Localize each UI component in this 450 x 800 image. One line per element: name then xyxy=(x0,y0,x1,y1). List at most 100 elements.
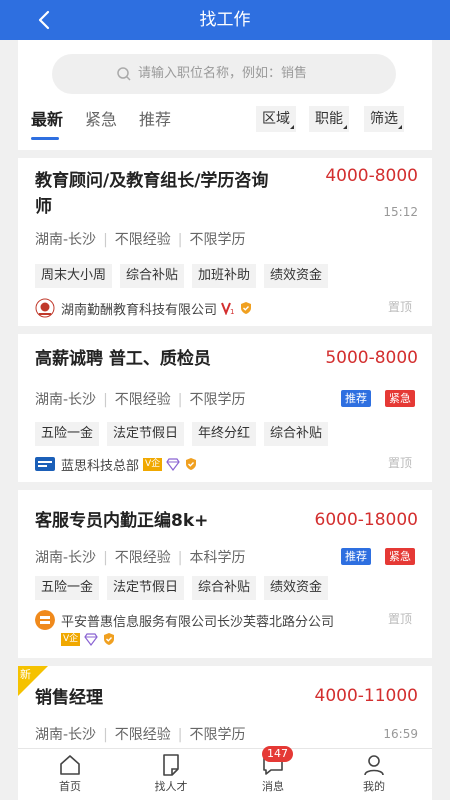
app-header: 找工作 xyxy=(0,0,450,40)
nav-find-talent-label: 找人才 xyxy=(154,780,188,793)
diamond-icon xyxy=(84,633,98,646)
bottom-nav: 首页 找人才 消息 我的 xyxy=(18,748,432,800)
job-experience: 不限经验 xyxy=(114,550,171,566)
job-title-line: 教育顾问/及教育组长/学历咨询 xyxy=(35,171,269,191)
new-label: 新 xyxy=(20,668,31,681)
filter-region[interactable]: 区域 xyxy=(256,106,296,132)
filter-more-label: 筛选 xyxy=(370,111,398,127)
message-count-badge: 147 xyxy=(262,746,293,762)
nav-mine[interactable]: 我的 xyxy=(334,749,414,794)
company-row[interactable]: 蓝思科技总部 V企 xyxy=(35,454,198,474)
recommended-badge: 推荐 xyxy=(341,548,371,565)
home-icon xyxy=(60,755,80,775)
job-education: 本科学历 xyxy=(189,550,246,566)
document-icon xyxy=(163,754,179,776)
job-tags: 五险一金 法定节假日 综合补贴 绩效资金 xyxy=(35,576,329,600)
job-title: 客服专员内勤正编8k+ xyxy=(35,511,209,531)
dropdown-triangle-icon xyxy=(343,125,347,129)
job-tags: 周末大小周 综合补贴 加班补助 绩效资金 xyxy=(35,264,329,288)
filter-region-label: 区域 xyxy=(262,111,290,127)
nav-home-label: 首页 xyxy=(59,780,81,793)
filter-function[interactable]: 职能 xyxy=(309,106,349,132)
recommended-badge: 推荐 xyxy=(341,390,371,407)
job-tag: 周末大小周 xyxy=(35,264,113,288)
nav-mine-label: 我的 xyxy=(363,780,385,793)
urgent-badge: 紧急 xyxy=(385,390,415,407)
job-title: 教育顾问/及教育组长/学历咨询 师 xyxy=(35,168,268,220)
job-card[interactable]: 新 销售经理 4000-11000 16:59 湖南-长沙 | 不限经验 | 不限学历 xyxy=(18,666,432,748)
job-title: 销售经理 xyxy=(35,688,103,708)
job-education: 不限学历 xyxy=(189,232,246,248)
verified-shield-icon xyxy=(186,458,197,470)
job-tag: 加班补助 xyxy=(192,264,257,288)
company-name: 蓝思科技总部 xyxy=(61,458,140,474)
job-experience: 不限经验 xyxy=(114,232,171,248)
pin-label: 置顶 xyxy=(387,456,412,470)
company-logo-icon xyxy=(35,298,55,318)
job-time: 16:59 xyxy=(383,727,418,741)
company-logo-icon xyxy=(35,610,55,630)
job-tag: 年终分红 xyxy=(192,422,257,446)
dropdown-triangle-icon xyxy=(398,125,402,129)
job-tag: 综合补贴 xyxy=(192,576,257,600)
urgent-badge: 紧急 xyxy=(385,548,415,565)
nav-home[interactable]: 首页 xyxy=(30,749,110,794)
filter-more[interactable]: 筛选 xyxy=(364,106,404,132)
job-location: 湖南-长沙 xyxy=(35,550,97,566)
job-tag: 法定节假日 xyxy=(107,422,185,446)
job-tag: 五险一金 xyxy=(35,576,100,600)
job-meta: 湖南-长沙 | 不限经验 | 不限学历 xyxy=(35,727,246,743)
diamond-icon xyxy=(166,458,180,471)
dropdown-triangle-icon xyxy=(290,125,294,129)
job-time: 15:12 xyxy=(383,205,418,219)
job-location: 湖南-长沙 xyxy=(35,392,97,408)
company-name: 平安普惠信息服务有限公司长沙芙蓉北路分公司 xyxy=(61,614,335,630)
vip-badge: V企 xyxy=(143,457,163,471)
job-tags: 五险一金 法定节假日 年终分红 综合补贴 xyxy=(35,422,329,446)
pin-label: 置顶 xyxy=(387,300,412,314)
job-tag: 法定节假日 xyxy=(107,576,185,600)
verified-shield-icon xyxy=(104,633,115,645)
job-experience: 不限经验 xyxy=(114,392,171,408)
job-meta: 湖南-长沙 | 不限经验 | 不限学历 xyxy=(35,392,246,408)
company-row[interactable]: 平安普惠信息服务有限公司长沙芙蓉北路分公司 V企 xyxy=(35,610,375,646)
job-title-line: 师 xyxy=(35,197,52,217)
job-tag: 综合补贴 xyxy=(120,264,185,288)
job-tag: 综合补贴 xyxy=(264,422,329,446)
tab-recommended[interactable]: 推荐 xyxy=(139,106,171,130)
job-tag: 绩效资金 xyxy=(264,264,329,288)
job-salary: 6000-18000 xyxy=(314,510,418,530)
job-card[interactable]: 客服专员内勤正编8k+ 6000-18000 推荐 紧急 湖南-长沙 | 不限经验 |… xyxy=(18,490,432,658)
tab-urgent[interactable]: 紧急 xyxy=(85,106,117,130)
nav-find-talent[interactable]: 找人才 xyxy=(131,749,211,794)
nav-messages-label: 消息 xyxy=(262,780,284,793)
company-row[interactable]: 湖南勤酬教育科技有限公司 1 xyxy=(35,298,253,318)
tab-latest[interactable]: 最新 xyxy=(31,106,63,130)
job-card[interactable]: 教育顾问/及教育组长/学历咨询 师 4000-8000 15:12 湖南-长沙 |… xyxy=(18,158,432,326)
job-experience: 不限经验 xyxy=(114,727,171,743)
company-logo-icon xyxy=(35,457,55,471)
search-icon xyxy=(117,67,131,81)
vip-badge: V企 xyxy=(61,632,81,646)
verified-shield-icon xyxy=(241,302,252,314)
verified-v-icon: 1 xyxy=(221,302,234,315)
search-input[interactable]: 请输入职位名称，例如：销售 xyxy=(52,54,396,94)
page-title: 找工作 xyxy=(199,10,251,30)
search-tab-area: 请输入职位名称，例如：销售 最新 紧急 推荐 区域 职能 筛选 xyxy=(18,40,432,150)
job-education: 不限学历 xyxy=(189,727,246,743)
job-salary: 5000-8000 xyxy=(325,348,418,368)
pin-label: 置顶 xyxy=(387,612,412,626)
job-card[interactable]: 高薪诚聘 普工、质检员 5000-8000 推荐 紧急 湖南-长沙 | 不限经验 | 不… xyxy=(18,334,432,482)
job-meta: 湖南-长沙 | 不限经验 | 本科学历 xyxy=(35,550,246,566)
job-education: 不限学历 xyxy=(189,392,246,408)
job-tag: 五险一金 xyxy=(35,422,100,446)
user-icon xyxy=(364,755,384,776)
job-location: 湖南-长沙 xyxy=(35,727,97,743)
job-location: 湖南-长沙 xyxy=(35,232,97,248)
job-meta: 湖南-长沙 | 不限经验 | 不限学历 xyxy=(35,232,246,248)
job-salary: 4000-8000 xyxy=(325,166,418,186)
job-title: 高薪诚聘 普工、质检员 xyxy=(35,349,211,369)
company-name: 湖南勤酬教育科技有限公司 xyxy=(61,302,218,318)
svg-text:1: 1 xyxy=(230,308,234,315)
active-tab-indicator xyxy=(31,137,59,140)
